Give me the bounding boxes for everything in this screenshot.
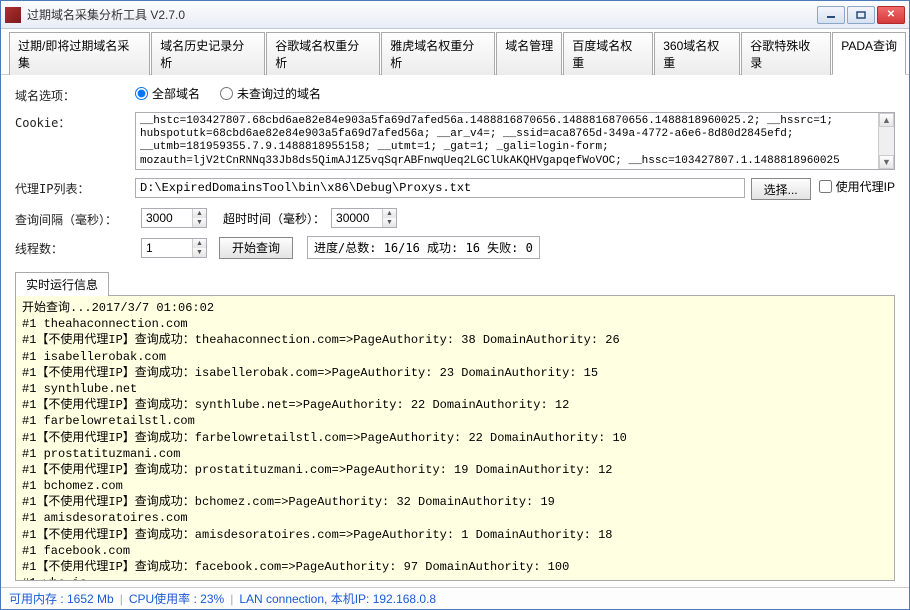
threads-label: 线程数：: [15, 238, 135, 257]
proxy-path-input[interactable]: [135, 178, 745, 198]
scroll-up-icon[interactable]: ▲: [879, 113, 894, 127]
interval-input[interactable]: [142, 209, 192, 227]
status-cpu: CPU使用率 : 23%: [129, 590, 224, 607]
window-buttons: ✕: [817, 6, 905, 24]
log-tabs: 实时运行信息: [15, 271, 895, 296]
app-icon: [5, 7, 21, 23]
interval-label: 查询间隔（毫秒）：: [15, 209, 135, 228]
start-query-button[interactable]: 开始查询: [219, 237, 293, 259]
app-window: 过期域名采集分析工具 V2.7.0 ✕ 过期/即将过期域名采集域名历史记录分析谷…: [0, 0, 910, 610]
radio-all-input[interactable]: [135, 87, 148, 100]
tab-4[interactable]: 域名管理: [496, 32, 562, 75]
domain-option-group: 全部域名 未查询过的域名: [135, 85, 321, 102]
threads-spinner[interactable]: ▲▼: [141, 238, 207, 258]
proxy-label: 代理IP列表：: [15, 178, 135, 197]
tab-0[interactable]: 过期/即将过期域名采集: [9, 32, 150, 75]
cookie-box: ▲ ▼: [135, 112, 895, 170]
status-network: LAN connection, 本机IP: 192.168.0.8: [239, 590, 436, 607]
log-area[interactable]: 开始查询...2017/3/7 01:06:02 #1 theahaconnec…: [15, 296, 895, 581]
radio-all-domains[interactable]: 全部域名: [135, 85, 200, 102]
cookie-label: Cookie：: [15, 112, 135, 131]
tab-1[interactable]: 域名历史记录分析: [151, 32, 265, 75]
cookie-row: Cookie： ▲ ▼: [15, 112, 895, 170]
use-proxy-input[interactable]: [819, 180, 832, 193]
scroll-down-icon[interactable]: ▼: [879, 155, 894, 169]
tab-5[interactable]: 百度域名权重: [563, 32, 653, 75]
timeout-spinner[interactable]: ▲▼: [331, 208, 397, 228]
scroll-track[interactable]: [879, 127, 894, 155]
browse-button[interactable]: 选择...: [751, 178, 811, 200]
threads-row: 线程数： ▲▼ 开始查询 进度/总数: 16/16 成功: 16 失败: 0: [15, 236, 895, 259]
maximize-button[interactable]: [847, 6, 875, 24]
spin-up-icon[interactable]: ▲: [193, 239, 206, 248]
close-button[interactable]: ✕: [877, 6, 905, 24]
tab-content: 域名选项： 全部域名 未查询过的域名 Cookie： ▲ ▼ 代理IP列表： 选…: [1, 75, 909, 587]
progress-status: 进度/总数: 16/16 成功: 16 失败: 0: [307, 236, 540, 259]
radio-unqueried-input[interactable]: [220, 87, 233, 100]
cookie-scrollbar[interactable]: ▲ ▼: [878, 113, 894, 169]
spin-down-icon[interactable]: ▼: [383, 218, 396, 227]
threads-input[interactable]: [142, 239, 192, 257]
statusbar: 可用内存 : 1652 Mb | CPU使用率 : 23% | LAN conn…: [1, 587, 909, 609]
interval-row: 查询间隔（毫秒）： ▲▼ 超时时间（毫秒）： ▲▼: [15, 208, 895, 228]
log-text: 开始查询...2017/3/7 01:06:02 #1 theahaconnec…: [16, 296, 894, 581]
proxy-row: 代理IP列表： 选择... 使用代理IP: [15, 178, 895, 200]
spin-down-icon[interactable]: ▼: [193, 218, 206, 227]
domain-option-row: 域名选项： 全部域名 未查询过的域名: [15, 85, 895, 104]
spin-up-icon[interactable]: ▲: [383, 209, 396, 218]
tab-7[interactable]: 谷歌特殊收录: [741, 32, 831, 75]
main-tabs: 过期/即将过期域名采集域名历史记录分析谷歌域名权重分析雅虎域名权重分析域名管理百…: [1, 29, 909, 75]
radio-unqueried-domains[interactable]: 未查询过的域名: [220, 85, 321, 102]
interval-spinner[interactable]: ▲▼: [141, 208, 207, 228]
timeout-label: 超时时间（毫秒）：: [223, 210, 325, 227]
cookie-textarea[interactable]: [136, 113, 878, 169]
status-memory: 可用内存 : 1652 Mb: [9, 590, 114, 607]
domain-option-label: 域名选项：: [15, 85, 135, 104]
timeout-input[interactable]: [332, 209, 382, 227]
tab-2[interactable]: 谷歌域名权重分析: [266, 32, 380, 75]
titlebar: 过期域名采集分析工具 V2.7.0 ✕: [1, 1, 909, 29]
spin-down-icon[interactable]: ▼: [193, 248, 206, 257]
window-title: 过期域名采集分析工具 V2.7.0: [27, 6, 817, 23]
tab-6[interactable]: 360域名权重: [654, 32, 740, 75]
minimize-button[interactable]: [817, 6, 845, 24]
use-proxy-checkbox[interactable]: 使用代理IP: [819, 178, 895, 195]
log-tab-realtime[interactable]: 实时运行信息: [15, 272, 109, 296]
tab-8[interactable]: PADA查询: [832, 32, 906, 75]
tab-3[interactable]: 雅虎域名权重分析: [381, 32, 495, 75]
spin-up-icon[interactable]: ▲: [193, 209, 206, 218]
